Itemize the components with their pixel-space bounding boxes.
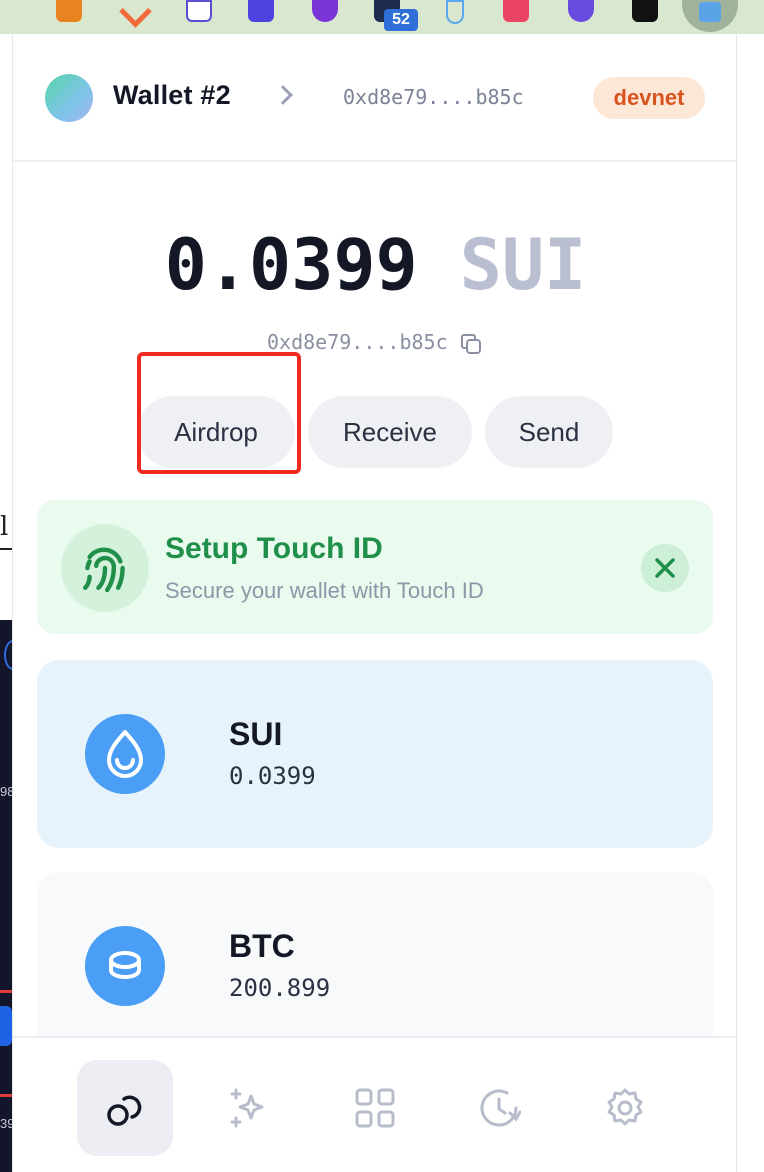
background-partial-text: l: [0, 512, 9, 542]
metamask-extension-icon[interactable]: [56, 0, 82, 22]
background-underline: [0, 548, 12, 550]
okx-extension-icon[interactable]: [632, 0, 658, 22]
balance-display: 0.0399 SUI: [13, 224, 736, 306]
drop-extension-icon[interactable]: [440, 0, 466, 24]
cube-extension-icon[interactable]: [186, 0, 212, 22]
nav-history[interactable]: [451, 1060, 547, 1156]
k-extension-icon[interactable]: [248, 0, 274, 22]
send-button[interactable]: Send: [485, 396, 613, 468]
close-icon[interactable]: [641, 544, 689, 592]
account-address[interactable]: 0xd8e79....b85c: [267, 330, 448, 354]
nav-home[interactable]: [77, 1060, 173, 1156]
wallet-extension-active-icon[interactable]: [682, 0, 738, 32]
background-dark-panel: [0, 620, 12, 1172]
extension-badge-count: 52: [384, 9, 418, 31]
background-red-line: [0, 990, 12, 993]
nav-discover[interactable]: [201, 1060, 297, 1156]
token-balance: 200.899: [229, 974, 331, 1002]
p-extension-icon[interactable]: [503, 0, 529, 22]
touch-id-card[interactable]: Setup Touch ID Secure your wallet with T…: [37, 500, 713, 634]
shield-extension-icon[interactable]: [568, 0, 594, 22]
chevron-right-icon[interactable]: [273, 85, 293, 105]
balance-symbol: SUI: [459, 224, 587, 306]
fingerprint-icon: [61, 524, 149, 612]
wallet-avatar[interactable]: [45, 74, 93, 122]
touch-id-description: Secure your wallet with Touch ID: [165, 578, 484, 603]
token-balance: 0.0399: [229, 762, 316, 790]
airdrop-highlight-box: [137, 352, 301, 474]
globe-extension-icon[interactable]: [312, 0, 338, 22]
gear-icon: [607, 1088, 643, 1126]
balance-amount: 0.0399: [164, 224, 418, 306]
nav-apps[interactable]: [327, 1060, 423, 1156]
token-row-sui[interactable]: SUI 0.0399: [37, 660, 713, 848]
header-address[interactable]: 0xd8e79....b85c: [343, 85, 524, 109]
touch-id-title: Setup Touch ID: [165, 532, 383, 565]
wallet-header: Wallet #2 0xd8e79....b85c devnet: [13, 34, 736, 162]
coin-stack-icon: [85, 926, 165, 1006]
history-icon: [480, 1089, 521, 1127]
receive-button[interactable]: Receive: [308, 396, 472, 468]
copy-icon[interactable]: [459, 332, 483, 356]
sui-drop-icon: [85, 714, 165, 794]
background-blue-button: [0, 1006, 12, 1046]
token-symbol: BTC: [229, 928, 295, 964]
grid-icon: [355, 1088, 395, 1128]
arrow-extension-icon[interactable]: [120, 0, 146, 22]
network-badge[interactable]: devnet: [593, 77, 705, 119]
wallet-popup: Wallet #2 0xd8e79....b85c devnet 0.0399 …: [12, 34, 737, 1172]
token-symbol: SUI: [229, 716, 283, 752]
wallet-name[interactable]: Wallet #2: [113, 80, 231, 111]
nav-settings[interactable]: [577, 1060, 673, 1156]
background-red-line: [0, 1094, 12, 1097]
browser-extension-bar: 52: [0, 0, 764, 34]
bottom-nav-bar: [13, 1036, 736, 1172]
home-rings-icon: [107, 1095, 142, 1126]
sparkles-icon: [230, 1088, 264, 1128]
